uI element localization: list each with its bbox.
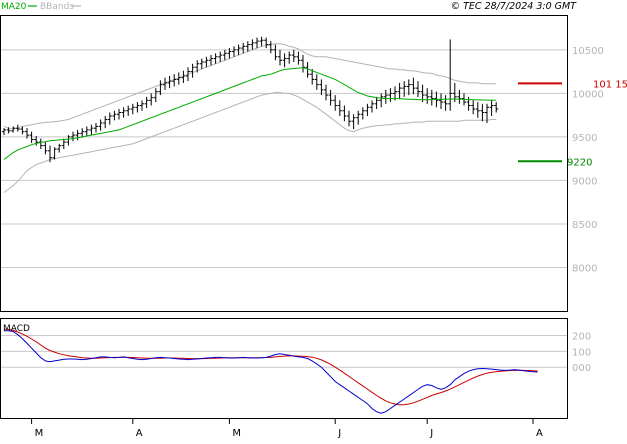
month-label: A	[136, 428, 143, 439]
month-label: J	[429, 428, 433, 439]
chart-canvas: 101 159220 80008500900095001000010500000…	[0, 1, 627, 439]
month-label: M	[232, 428, 241, 439]
legend-ma20: MA20	[1, 2, 27, 12]
price-tick-label: 10500	[572, 46, 604, 57]
macd-tick-label: 000	[572, 363, 591, 374]
macd-tick-label: 100	[572, 347, 591, 358]
price-tick-label: 8500	[572, 220, 597, 231]
price-tick-label: 8000	[572, 263, 597, 274]
legend-bbands: BBands	[40, 2, 74, 12]
macd-tick-label: 200	[572, 331, 591, 342]
macd-title: MACD	[3, 324, 30, 334]
month-label: J	[337, 428, 341, 439]
price-tick-label: 10000	[572, 89, 604, 100]
month-label: A	[536, 428, 543, 439]
support-level-label: 9220	[567, 157, 592, 168]
copyright-text: © TEC 28/7/2024 3:0 GMT	[451, 1, 578, 12]
price-tick-label: 9500	[572, 133, 597, 144]
month-label: M	[35, 428, 44, 439]
stock-chart: 101 15 9220 8000 8500 9000 9500 10000 10500 000…	[0, 0, 627, 440]
price-tick-label: 9000	[572, 176, 597, 187]
